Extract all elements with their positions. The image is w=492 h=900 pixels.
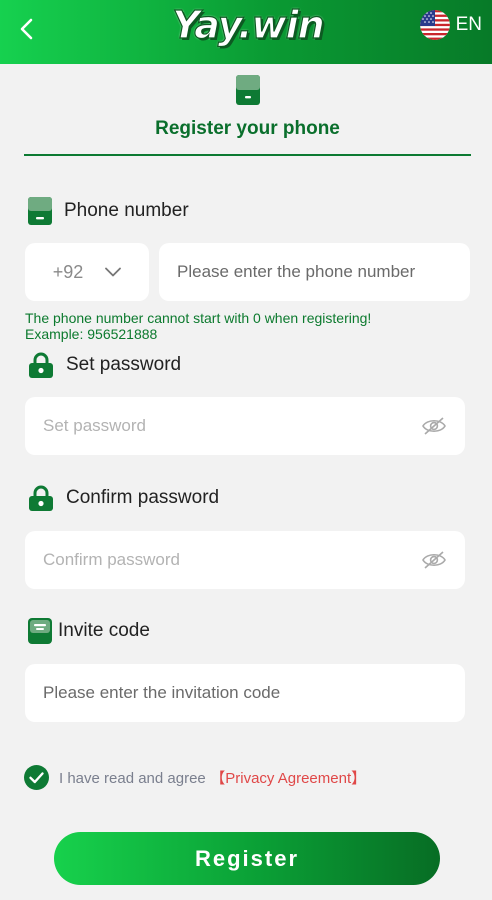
phone-hint-line2: Example: 956521888 bbox=[25, 326, 158, 342]
phone-icon bbox=[28, 197, 52, 225]
header-bar: Yay.win EN bbox=[0, 0, 492, 64]
password-input-wrapper bbox=[25, 397, 465, 455]
invite-label: Invite code bbox=[58, 620, 150, 641]
eye-off-icon[interactable] bbox=[421, 416, 447, 436]
chevron-left-icon bbox=[20, 18, 33, 40]
tab-title: Register your phone bbox=[155, 118, 340, 139]
lock-icon bbox=[29, 352, 53, 378]
invite-code-icon bbox=[28, 618, 52, 644]
lock-icon bbox=[29, 485, 53, 511]
invite-code-input[interactable] bbox=[43, 683, 447, 703]
confirm-input-wrapper bbox=[25, 531, 465, 589]
agreement-text: I have read and agree bbox=[59, 770, 206, 787]
password-label: Set password bbox=[66, 354, 182, 375]
confirm-label-row: Confirm password bbox=[28, 485, 219, 511]
tab-underline bbox=[24, 154, 471, 156]
phone-hint-line1: The phone number cannot start with 0 whe… bbox=[25, 310, 372, 326]
app-logo: Yay.win bbox=[172, 0, 326, 50]
privacy-agreement-link[interactable]: 【Privacy Agreement】 bbox=[210, 770, 366, 787]
phone-input[interactable] bbox=[177, 262, 452, 282]
phone-label-row: Phone number bbox=[28, 197, 189, 225]
invite-input-wrapper bbox=[25, 664, 465, 722]
phone-label: Phone number bbox=[64, 200, 189, 221]
phone-input-wrapper bbox=[159, 243, 470, 301]
logo-text: Yay.win bbox=[172, 2, 326, 47]
register-button[interactable]: Register bbox=[54, 832, 440, 885]
invite-label-row: Invite code bbox=[28, 618, 150, 644]
confirm-password-input[interactable] bbox=[43, 550, 421, 570]
check-circle-icon[interactable] bbox=[24, 765, 49, 790]
phone-hint: The phone number cannot start with 0 whe… bbox=[25, 310, 465, 342]
language-selector[interactable]: EN bbox=[419, 10, 482, 40]
confirm-label: Confirm password bbox=[66, 487, 220, 508]
us-flag-icon bbox=[419, 10, 450, 40]
country-code-value: +92 bbox=[52, 261, 84, 282]
agreement-row: I have read and agree 【Privacy Agreement… bbox=[24, 765, 366, 790]
tab-register-phone[interactable]: Register your phone bbox=[24, 75, 471, 159]
chevron-down-icon bbox=[105, 267, 122, 277]
password-label-row: Set password bbox=[28, 352, 181, 378]
eye-off-icon[interactable] bbox=[421, 550, 447, 570]
password-input[interactable] bbox=[43, 416, 421, 436]
phone-icon bbox=[236, 75, 260, 105]
country-code-select[interactable]: +92 bbox=[25, 243, 149, 301]
language-label: EN bbox=[455, 14, 482, 35]
back-button[interactable] bbox=[12, 14, 42, 44]
